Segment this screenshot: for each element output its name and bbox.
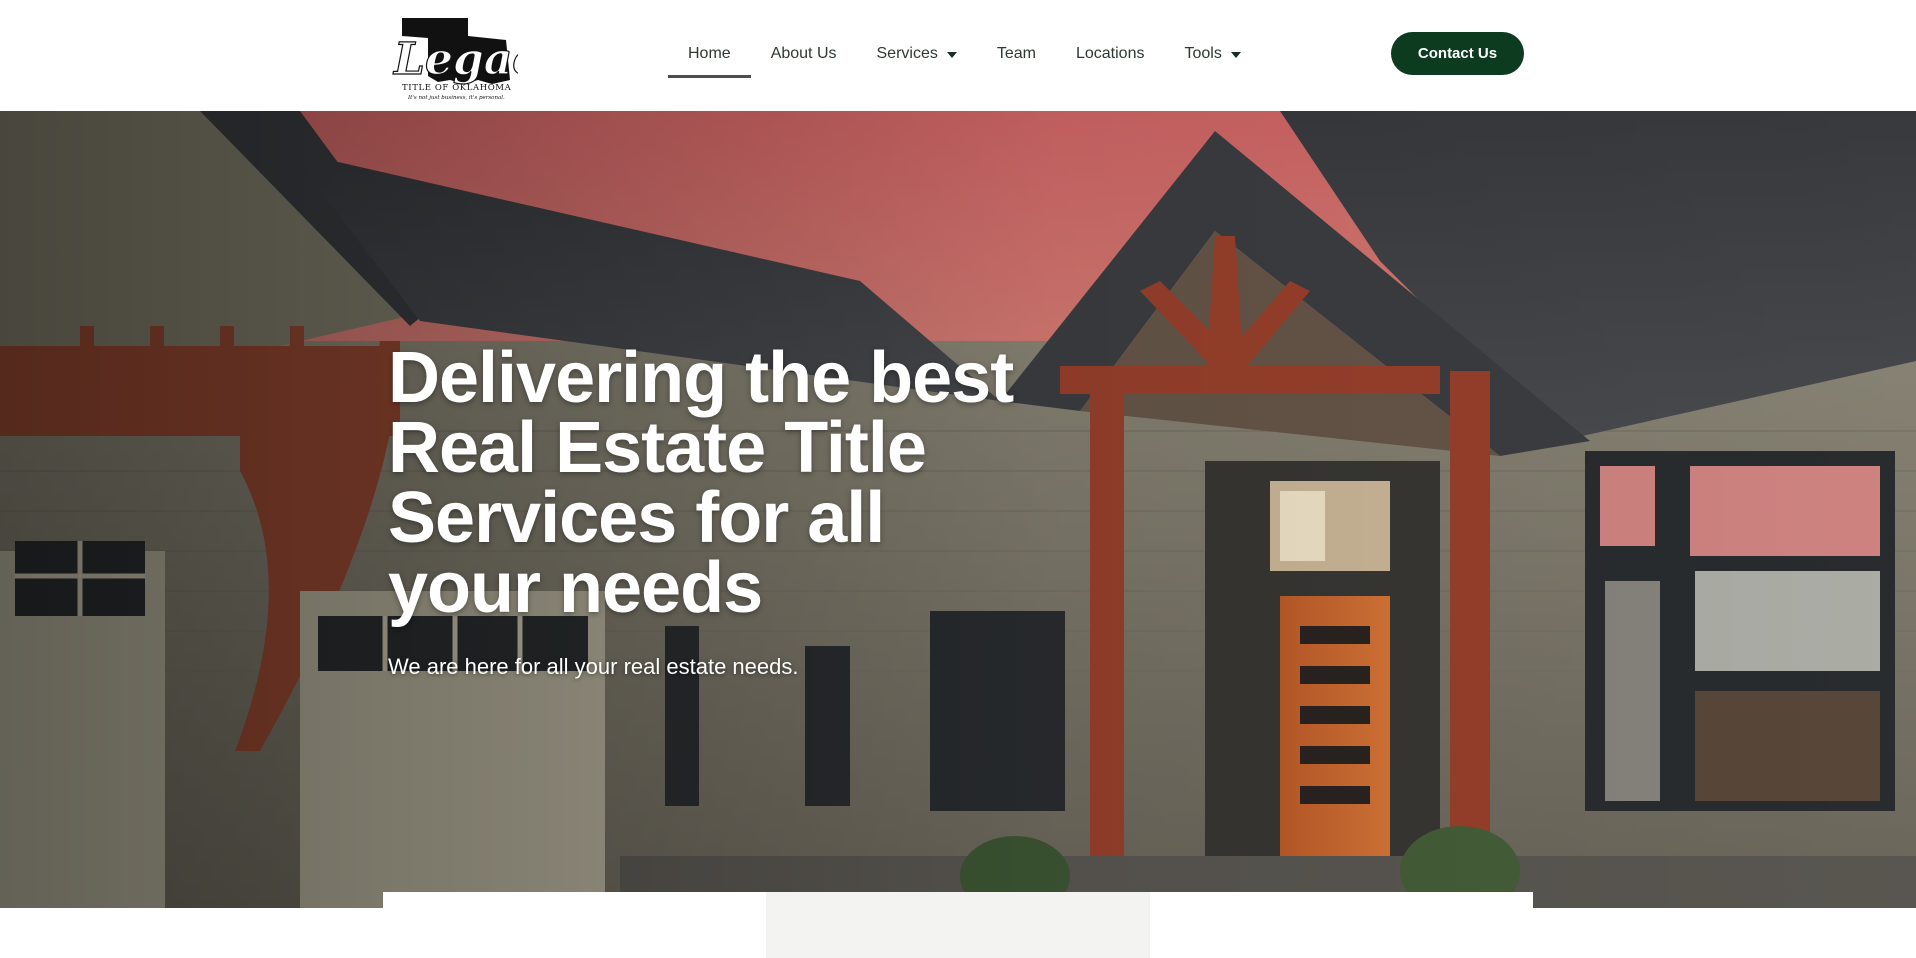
nav-about-us-label: About Us	[770, 45, 837, 62]
logo-image: Legacy TITLE OF OKLAHOMA It's not just b…	[391, 18, 518, 101]
content-panel	[383, 892, 1533, 958]
nav-team[interactable]: Team	[977, 34, 1056, 78]
nav-home-label: Home	[688, 45, 731, 62]
main-nav: Home About Us Services Team Locations To…	[668, 34, 1261, 78]
svg-text:TITLE OF OKLAHOMA: TITLE OF OKLAHOMA	[402, 83, 512, 93]
nav-about-us[interactable]: About Us	[751, 34, 857, 78]
svg-text:It's not just business, it's p: It's not just business, it's personal.	[407, 95, 505, 101]
nav-locations[interactable]: Locations	[1056, 34, 1165, 78]
contact-us-button[interactable]: Contact Us	[1391, 32, 1524, 75]
nav-services[interactable]: Services	[857, 34, 977, 78]
chevron-down-icon	[946, 52, 957, 58]
hero-title: Delivering the best Real Estate Title Se…	[388, 338, 1014, 628]
legacy-title-logo[interactable]: Legacy TITLE OF OKLAHOMA It's not just b…	[388, 6, 518, 104]
svg-text:Legacy: Legacy	[392, 34, 518, 85]
nav-tools[interactable]: Tools	[1164, 34, 1260, 78]
nav-locations-label: Locations	[1075, 45, 1145, 62]
content-panel-inner	[766, 892, 1150, 958]
nav-services-label: Services	[876, 45, 938, 62]
nav-team-label: Team	[996, 45, 1036, 62]
nav-tools-label: Tools	[1184, 45, 1222, 62]
nav-home[interactable]: Home	[668, 34, 751, 78]
hero-subtitle: We are here for all your real estate nee…	[388, 654, 799, 679]
site-header: Legacy TITLE OF OKLAHOMA It's not just b…	[0, 0, 1916, 111]
chevron-down-icon	[1230, 52, 1241, 58]
hero-section: Delivering the best Real Estate Title Se…	[0, 111, 1916, 908]
